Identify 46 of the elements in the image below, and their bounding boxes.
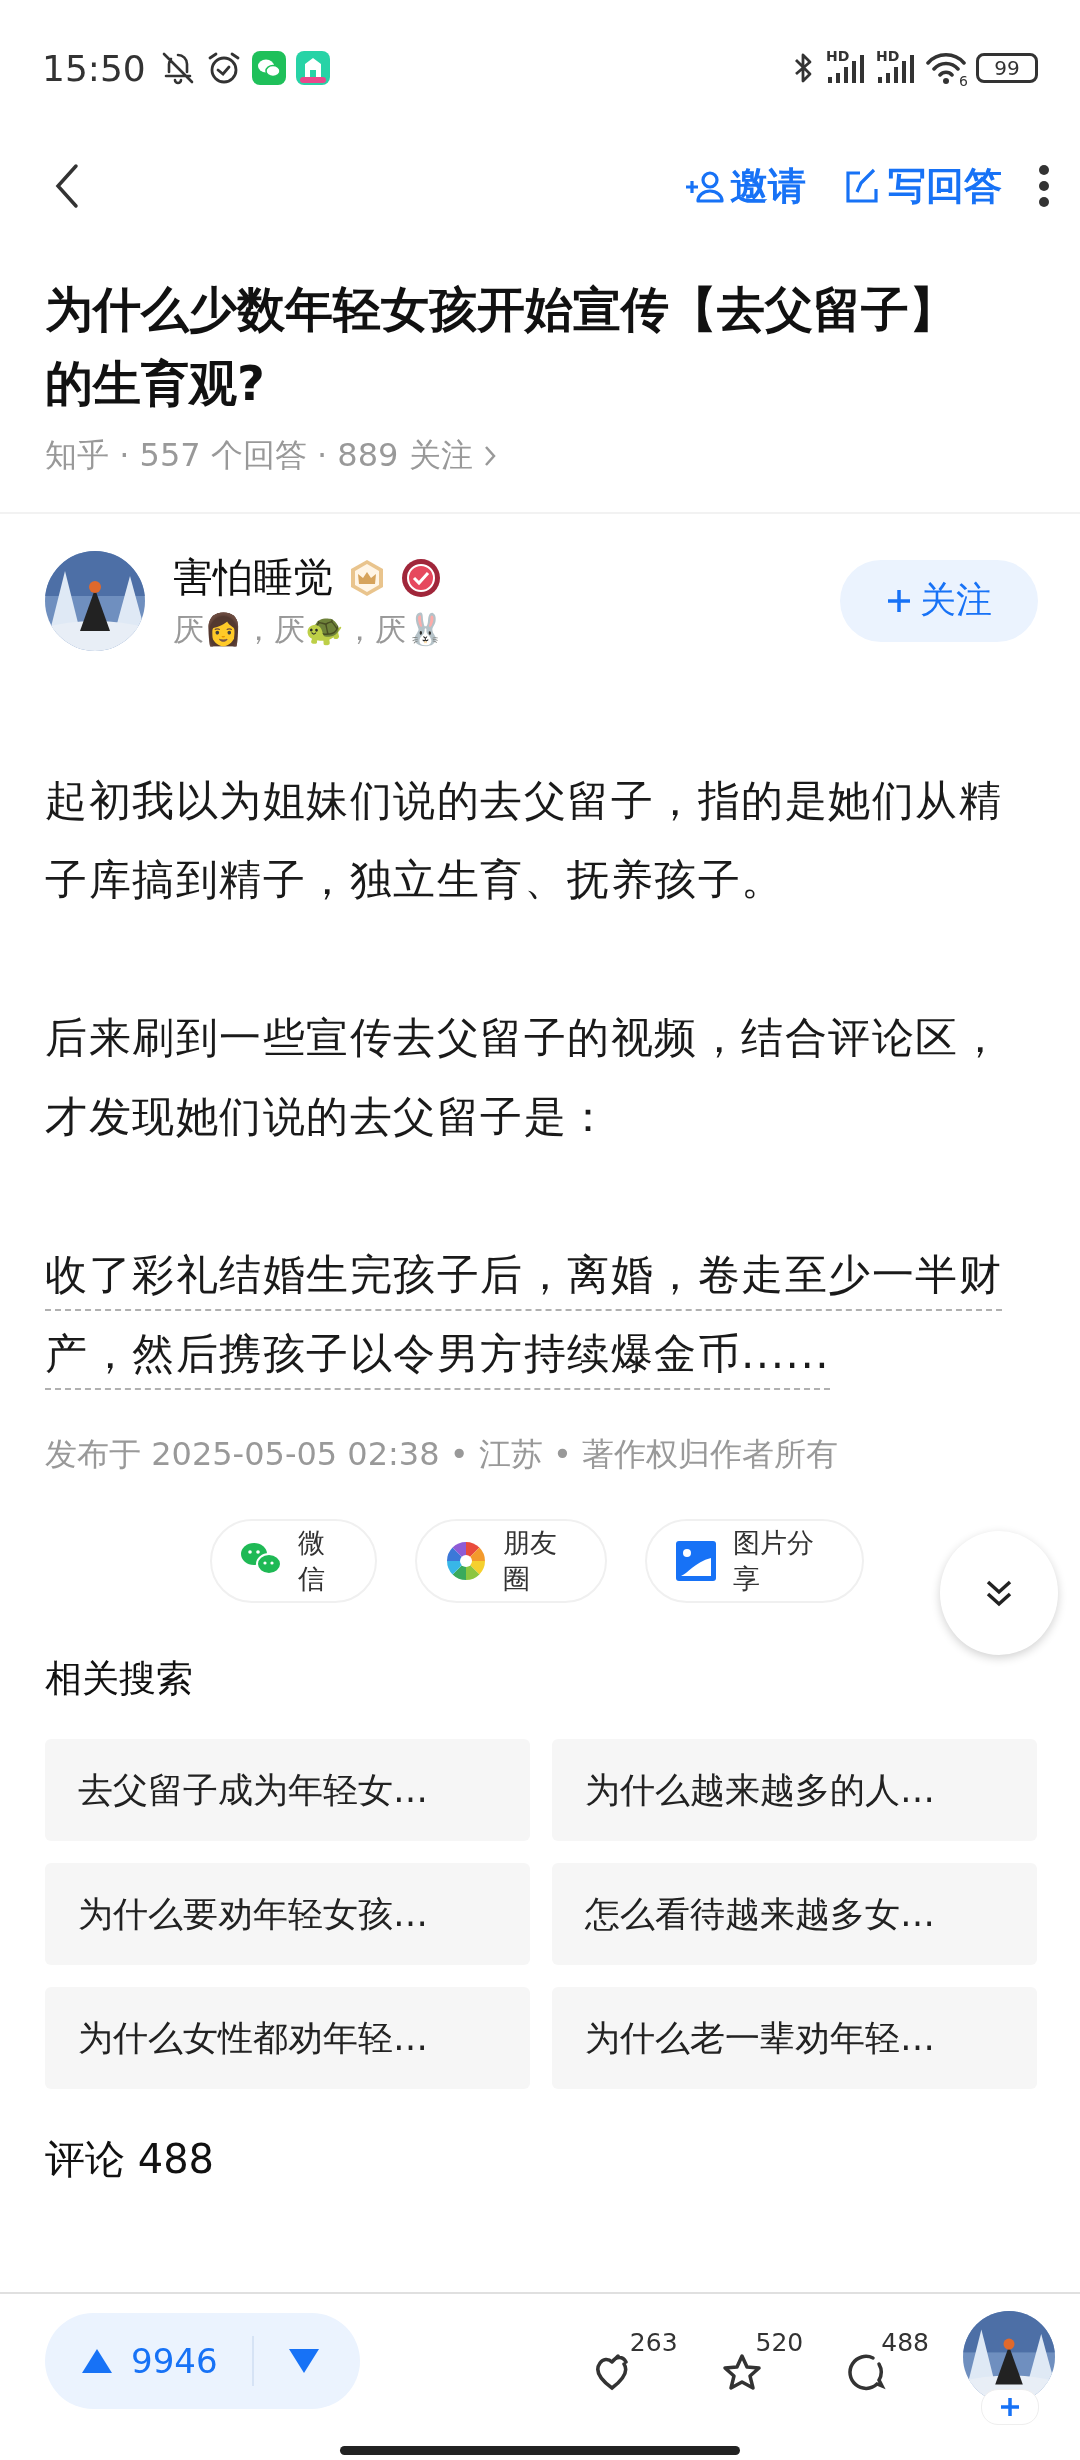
upvote-button[interactable]: 9946: [81, 2341, 218, 2381]
more-icon[interactable]: [1038, 164, 1050, 208]
favorite-button[interactable]: 520: [719, 2328, 804, 2394]
like-button[interactable]: 263: [593, 2328, 678, 2394]
invite-button[interactable]: 邀请: [684, 160, 806, 212]
network-label: HD: [876, 49, 900, 63]
underlined-paragraph: 收了彩礼结婚生完孩子后，离婚，卷走至少一半财产，然后携孩子以令男方持续爆金币......: [45, 1250, 1002, 1378]
image-share-button[interactable]: 图片分享: [645, 1519, 864, 1603]
house-app-icon: [295, 51, 330, 85]
follow-button[interactable]: 关注: [840, 559, 1038, 642]
related-search-item[interactable]: 为什么老一辈劝年轻…: [552, 1987, 1037, 2089]
chevron-right-icon[interactable]: [482, 444, 497, 468]
write-answer-button[interactable]: 写回答: [842, 160, 1002, 212]
related-search-item[interactable]: 为什么要劝年轻女孩…: [45, 1863, 530, 1965]
verified-badge-icon: [401, 557, 441, 598]
publish-info: 发布于 2025-05-05 02:38 • 江苏 • 著作权归作者所有: [45, 1434, 839, 1475]
question-title: 为什么少数年轻女孩开始宣传【去父留子】的生育观?: [45, 280, 958, 413]
related-search-item[interactable]: 怎么看待越来越多女…: [552, 1863, 1037, 1965]
plus-icon: [886, 587, 912, 614]
triangle-up-icon: [81, 2347, 113, 2375]
aperture-icon: [444, 1540, 487, 1582]
question-meta: 知乎 · 557 个回答 · 889 关注: [45, 435, 473, 476]
author-bio: 厌👩，厌🐢，厌🐰: [173, 610, 446, 649]
downvote-button[interactable]: [287, 2347, 320, 2375]
network-label: HD: [826, 49, 850, 63]
wifi-label: 6: [959, 73, 968, 89]
related-search-item[interactable]: 去父留子成为年轻女…: [45, 1739, 530, 1841]
moments-share-button[interactable]: 朋友圈: [414, 1519, 608, 1603]
clock-time: 15:50: [42, 47, 146, 89]
paragraph: 后来刷到一些宣传去父留子的视频，结合评论区，才发现她们说的去父留子是：: [45, 1013, 1002, 1141]
follow-plus-button[interactable]: [981, 2389, 1039, 2425]
related-search-item[interactable]: 为什么女性都劝年轻…: [45, 1987, 530, 2089]
wechat-share-button[interactable]: 微信: [210, 1519, 377, 1603]
triangle-down-icon: [287, 2347, 320, 2375]
comment-button[interactable]: 488: [845, 2328, 929, 2394]
image-icon: [675, 1540, 718, 1582]
chat-app-icon: [251, 51, 286, 85]
wifi-icon: [926, 51, 966, 85]
plus-icon: [1000, 2397, 1020, 2417]
comments-heading: 评论 488: [45, 2135, 216, 2184]
battery-level: 99: [976, 53, 1038, 83]
related-search-item[interactable]: 为什么越来越多的人…: [552, 1739, 1037, 1841]
author-name: 害怕睡觉: [173, 553, 333, 602]
double-chevron-down-icon: [984, 1579, 1013, 1607]
paragraph: 起初我以为姐妹们说的去父留子，指的是她们从精子库搞到精子，独立生育、抚养孩子。: [45, 776, 1002, 904]
section-heading: 相关搜索: [45, 1656, 194, 1702]
